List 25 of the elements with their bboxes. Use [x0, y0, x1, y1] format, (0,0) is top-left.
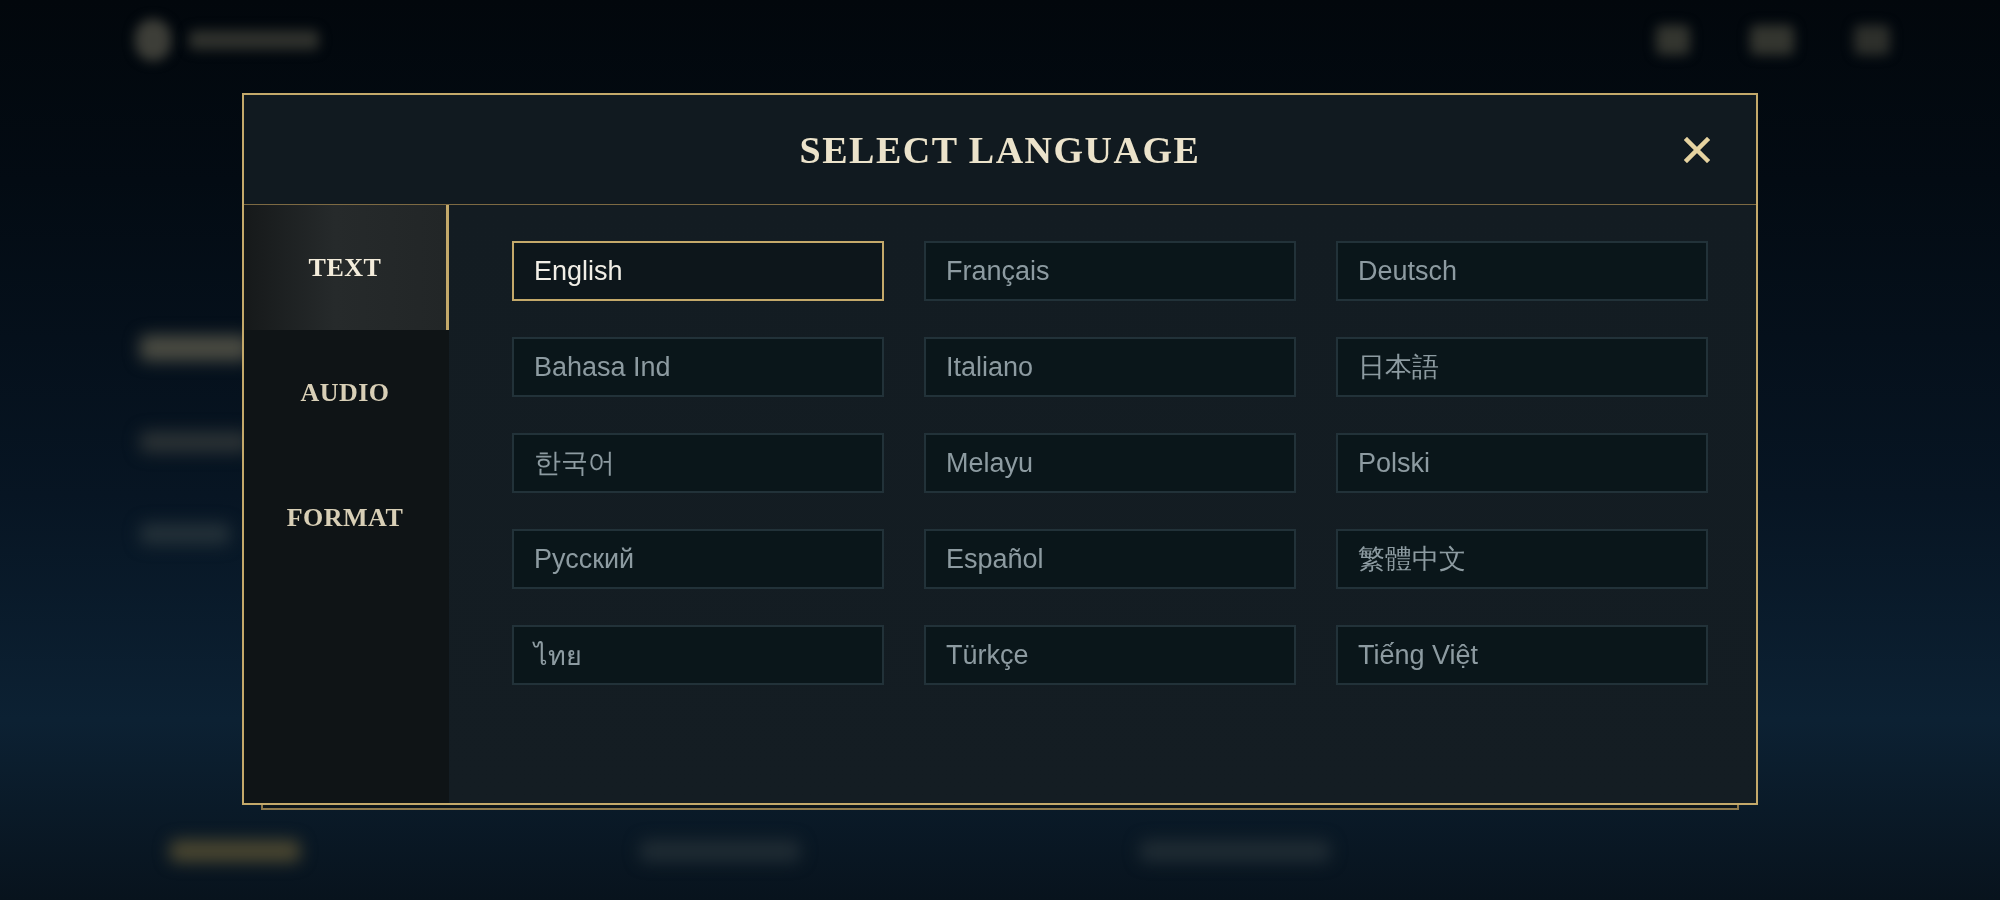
language-option[interactable]: Türkçe	[924, 625, 1296, 685]
language-option[interactable]: 繁體中文	[1336, 529, 1708, 589]
language-option[interactable]: Tiếng Việt	[1336, 625, 1708, 685]
language-option[interactable]: Français	[924, 241, 1296, 301]
blurred-icon	[135, 19, 171, 61]
language-option[interactable]: Italiano	[924, 337, 1296, 397]
language-option[interactable]: Español	[924, 529, 1296, 589]
blurred-icon	[1854, 25, 1890, 55]
blurred-icon	[1656, 25, 1690, 55]
sidebar-tab[interactable]: TEXT	[244, 205, 449, 330]
language-option[interactable]: Русский	[512, 529, 884, 589]
language-option[interactable]: English	[512, 241, 884, 301]
close-button[interactable]	[1682, 134, 1712, 165]
language-option[interactable]: Bahasa Ind	[512, 337, 884, 397]
dialog-title: SELECT LANGUAGE	[799, 127, 1201, 172]
language-option[interactable]: Melayu	[924, 433, 1296, 493]
language-option[interactable]: 日本語	[1336, 337, 1708, 397]
close-icon	[1684, 136, 1710, 163]
sidebar-tab[interactable]: FORMAT	[244, 455, 449, 580]
language-option[interactable]: Polski	[1336, 433, 1708, 493]
language-option[interactable]: 한국어	[512, 433, 884, 493]
blurred-icon	[1750, 25, 1794, 55]
language-option[interactable]: Deutsch	[1336, 241, 1708, 301]
sidebar-tab[interactable]: AUDIO	[244, 330, 449, 455]
language-option[interactable]: ไทย	[512, 625, 884, 685]
